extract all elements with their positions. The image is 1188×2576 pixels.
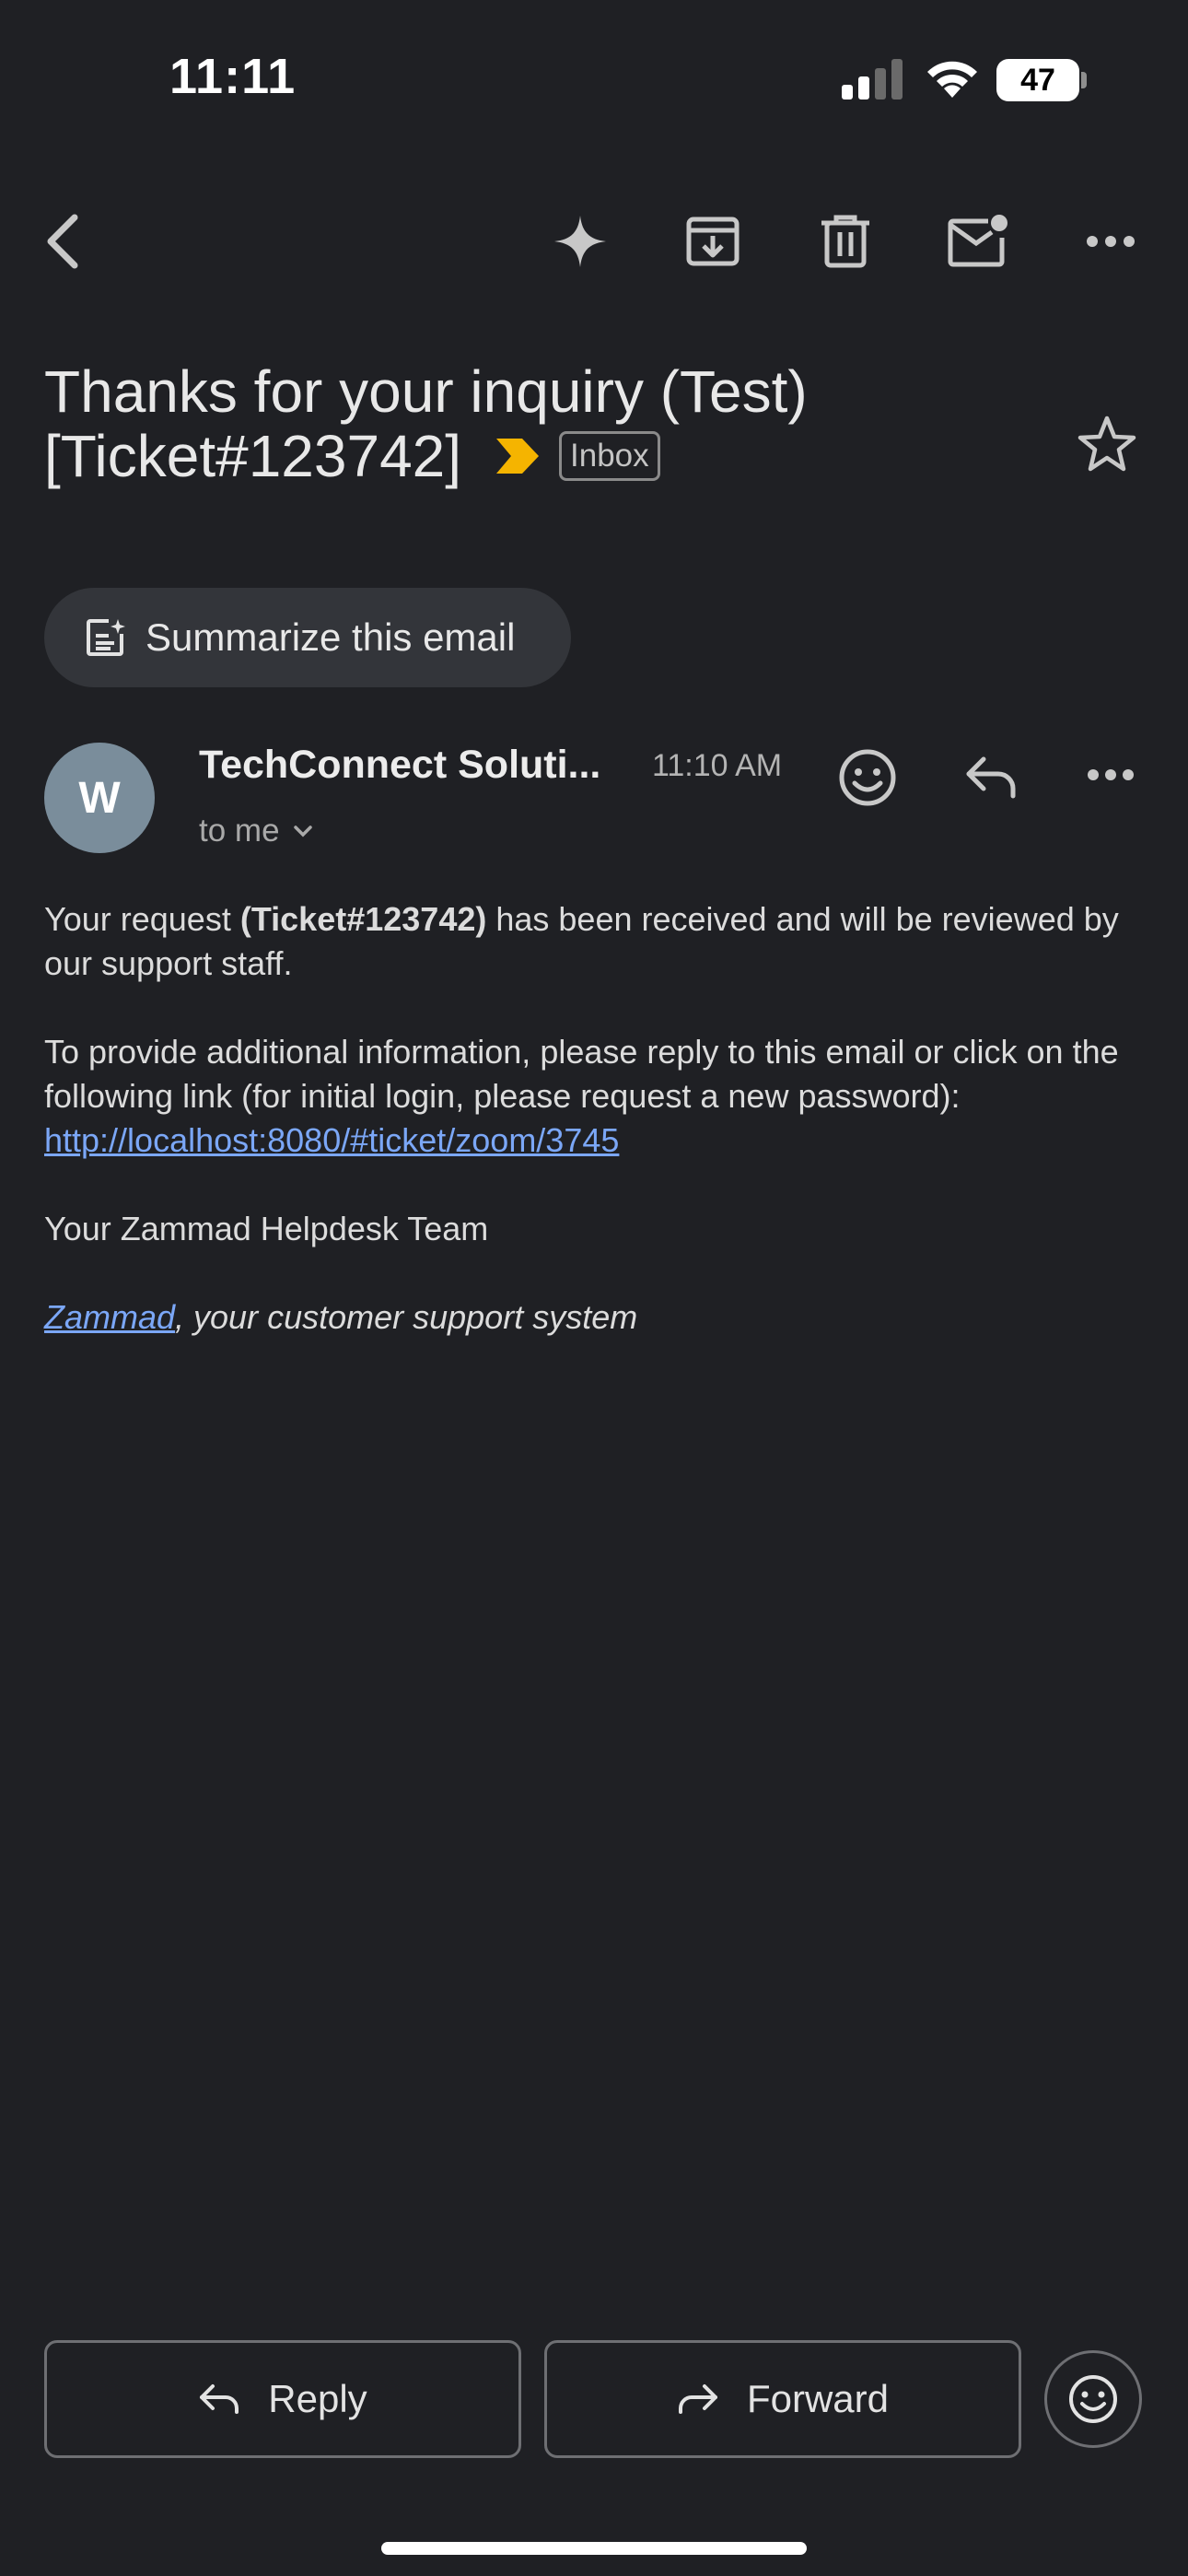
- sender-avatar[interactable]: W: [44, 743, 155, 853]
- forward-button[interactable]: Forward: [544, 2340, 1021, 2458]
- star-icon: [1077, 416, 1136, 472]
- more-options-button[interactable]: [1074, 205, 1147, 278]
- more-icon: [1087, 236, 1135, 247]
- battery-indicator: 47: [996, 59, 1079, 101]
- body-signature: Your Zammad Helpdesk Team: [44, 1210, 489, 1247]
- emoji-icon: [1069, 2375, 1117, 2423]
- message-more-button[interactable]: [1087, 768, 1135, 786]
- summarize-label: Summarize this email: [146, 615, 516, 659]
- reply-button[interactable]: Reply: [44, 2340, 521, 2458]
- important-marker-icon[interactable]: [495, 437, 541, 475]
- battery-nub: [1081, 72, 1087, 88]
- star-button[interactable]: [1077, 415, 1136, 476]
- avatar-letter: W: [78, 773, 121, 823]
- sender-name[interactable]: TechConnect Soluti...: [199, 743, 600, 788]
- gemini-button[interactable]: [543, 205, 617, 278]
- status-time: 11:11: [169, 49, 297, 104]
- add-reaction-button[interactable]: [838, 748, 897, 812]
- trash-icon: [821, 215, 869, 268]
- body-paragraph-1: Your request (Ticket#123742) has been re…: [44, 897, 1140, 986]
- body-text: To provide additional information, pleas…: [44, 1033, 1119, 1115]
- emoji-icon: [839, 749, 896, 806]
- more-icon: [1088, 769, 1134, 780]
- mark-unread-icon: [948, 215, 1007, 267]
- archive-icon: [686, 217, 740, 266]
- footer-text: , your customer support system: [175, 1298, 638, 1336]
- recipient-details-toggle[interactable]: to me: [199, 813, 313, 849]
- back-icon: [47, 214, 78, 269]
- forward-label: Forward: [746, 2377, 890, 2420]
- sent-time: 11:10 AM: [652, 748, 783, 783]
- reply-label: Reply: [268, 2377, 367, 2420]
- cellular-signal-icon: [842, 59, 903, 100]
- reply-icon: [200, 2384, 239, 2414]
- zammad-link[interactable]: Zammad: [44, 1298, 175, 1336]
- ticket-number: (Ticket#123742): [239, 900, 487, 938]
- battery-percent: 47: [1020, 62, 1055, 98]
- wifi-icon: [927, 61, 977, 98]
- summarize-button[interactable]: Summarize this email: [44, 588, 571, 687]
- mark-unread-button[interactable]: [941, 205, 1015, 278]
- email-subject: Thanks for your inquiry (Test) [Ticket#1…: [44, 359, 1039, 488]
- react-button[interactable]: [1044, 2350, 1142, 2448]
- ticket-link[interactable]: http://localhost:8080/#ticket/zoom/3745: [44, 1121, 619, 1159]
- subject-line-2: [Ticket#123742]: [44, 423, 462, 489]
- body-footer: Zammad, your customer support system: [44, 1295, 1140, 1340]
- summarize-icon: [87, 619, 125, 656]
- inbox-label[interactable]: Inbox: [559, 431, 660, 481]
- reply-icon: [966, 756, 1016, 799]
- subject-line-1: Thanks for your inquiry (Test): [44, 358, 808, 425]
- archive-button[interactable]: [676, 205, 750, 278]
- body-text: Your request: [44, 900, 240, 938]
- home-indicator[interactable]: [381, 2542, 807, 2555]
- sparkle-icon: [554, 216, 606, 267]
- delete-button[interactable]: [809, 205, 882, 278]
- body-paragraph-2: To provide additional information, pleas…: [44, 1030, 1140, 1163]
- forward-icon: [678, 2384, 717, 2414]
- back-button[interactable]: [26, 205, 99, 278]
- reply-icon-button[interactable]: [963, 754, 1017, 804]
- recipient-label: to me: [199, 813, 280, 849]
- chevron-down-icon: [293, 825, 312, 837]
